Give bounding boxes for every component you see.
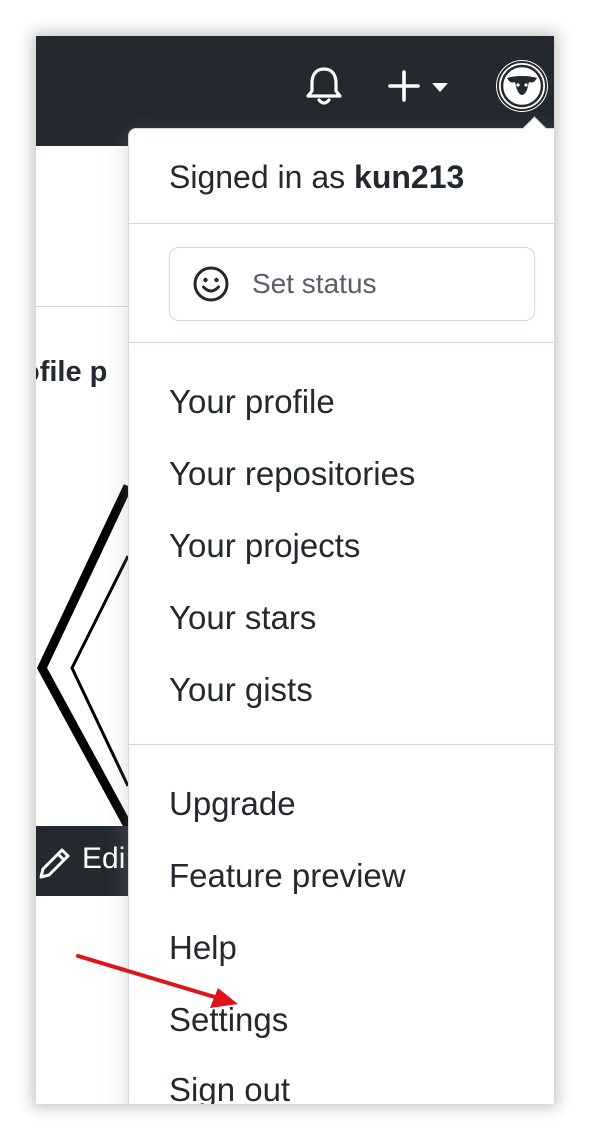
user-dropdown-menu: Signed in as kun213 Set status Your prof… xyxy=(128,116,554,1104)
page-heading: ofile p xyxy=(36,356,108,388)
signed-in-as-text: Signed in as kun213 xyxy=(169,159,464,196)
menu-item-upgrade[interactable]: Upgrade xyxy=(169,785,296,823)
menu-item-feature-preview[interactable]: Feature preview xyxy=(169,857,406,895)
page-divider xyxy=(36,306,128,307)
bull-avatar-icon[interactable] xyxy=(496,60,548,112)
menu-divider xyxy=(129,744,554,745)
plus-icon xyxy=(388,70,420,102)
profile-picture-art xyxy=(36,484,128,829)
menu-item-settings[interactable]: Settings xyxy=(169,1001,288,1039)
caret-down-icon xyxy=(432,83,448,92)
smiley-icon xyxy=(193,266,229,302)
menu-item-sign-out[interactable]: Sign out xyxy=(169,1071,290,1104)
menu-divider xyxy=(129,223,554,224)
edit-profile-picture-button[interactable]: Edi xyxy=(36,826,128,896)
screenshot-frame: ofile p Edi Signed in as kun213 Set stat… xyxy=(36,36,554,1104)
bell-icon[interactable] xyxy=(304,64,344,108)
menu-item-your-gists[interactable]: Your gists xyxy=(169,671,313,709)
set-status-label: Set status xyxy=(252,268,377,299)
edit-label: Edi xyxy=(82,842,126,875)
signed-in-prefix: Signed in as xyxy=(169,159,346,195)
username: kun213 xyxy=(354,159,465,195)
menu-item-your-stars[interactable]: Your stars xyxy=(169,599,316,637)
set-status-button[interactable]: Set status xyxy=(169,247,535,321)
menu-item-your-repositories[interactable]: Your repositories xyxy=(169,455,415,493)
pencil-icon xyxy=(39,848,70,879)
create-new-button[interactable] xyxy=(386,64,456,108)
menu-item-help[interactable]: Help xyxy=(169,929,237,967)
menu-item-your-projects[interactable]: Your projects xyxy=(169,527,360,565)
menu-divider xyxy=(129,342,554,343)
menu-item-your-profile[interactable]: Your profile xyxy=(169,383,335,421)
